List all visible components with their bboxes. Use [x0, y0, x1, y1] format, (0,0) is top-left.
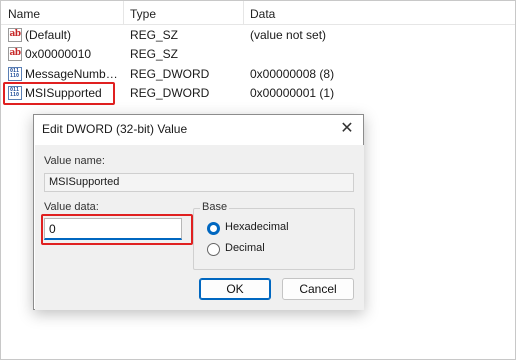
dword-value-icon: 011 110: [8, 67, 22, 81]
dialog-title: Edit DWORD (32-bit) Value: [42, 122, 188, 136]
dword-icon-bits: 011 110: [10, 68, 20, 79]
row-data: (value not set): [250, 28, 327, 42]
annotation-highlight-msisupported: [3, 82, 115, 105]
registry-editor-pane: Name Type Data ab (Default) REG_SZ (valu…: [0, 0, 516, 360]
value-name-field: MSISupported: [44, 173, 354, 192]
row-name: (Default): [25, 28, 72, 42]
dialog-body: Value name: MSISupported Value data: Bas…: [35, 145, 364, 310]
hexadecimal-label[interactable]: Hexadecimal: [225, 221, 289, 233]
hexadecimal-radio[interactable]: [207, 222, 220, 235]
row-type: REG_DWORD: [130, 86, 210, 100]
string-value-icon: ab: [8, 47, 22, 61]
decimal-label[interactable]: Decimal: [225, 242, 265, 254]
base-groupbox: [193, 208, 355, 270]
value-data-label: Value data:: [44, 201, 99, 213]
annotation-highlight-value-data: [41, 214, 193, 245]
string-value-icon: ab: [8, 28, 22, 42]
column-header-type[interactable]: Type: [130, 1, 244, 25]
row-type: REG_SZ: [130, 47, 179, 61]
list-row-default[interactable]: ab (Default) REG_SZ (value not set): [1, 26, 515, 45]
list-row-0x00000010[interactable]: ab 0x00000010 REG_SZ: [1, 45, 515, 64]
decimal-radio[interactable]: [207, 243, 220, 256]
row-type: REG_SZ: [130, 28, 179, 42]
edit-dword-dialog: Edit DWORD (32-bit) Value ✕ Value name: …: [33, 114, 364, 310]
row-data: 0x00000001 (1): [250, 86, 335, 100]
list-header: Name Type Data: [1, 1, 515, 25]
ok-button[interactable]: OK: [199, 278, 271, 300]
column-header-data[interactable]: Data: [250, 1, 450, 25]
close-icon[interactable]: ✕: [331, 115, 363, 143]
row-data: 0x00000008 (8): [250, 67, 335, 81]
row-type: REG_DWORD: [130, 67, 210, 81]
cancel-button[interactable]: Cancel: [282, 278, 354, 300]
row-name: 0x00000010: [25, 47, 92, 61]
column-header-name[interactable]: Name: [8, 1, 124, 25]
base-label: Base: [200, 201, 230, 213]
value-name-label: Value name:: [44, 155, 105, 167]
